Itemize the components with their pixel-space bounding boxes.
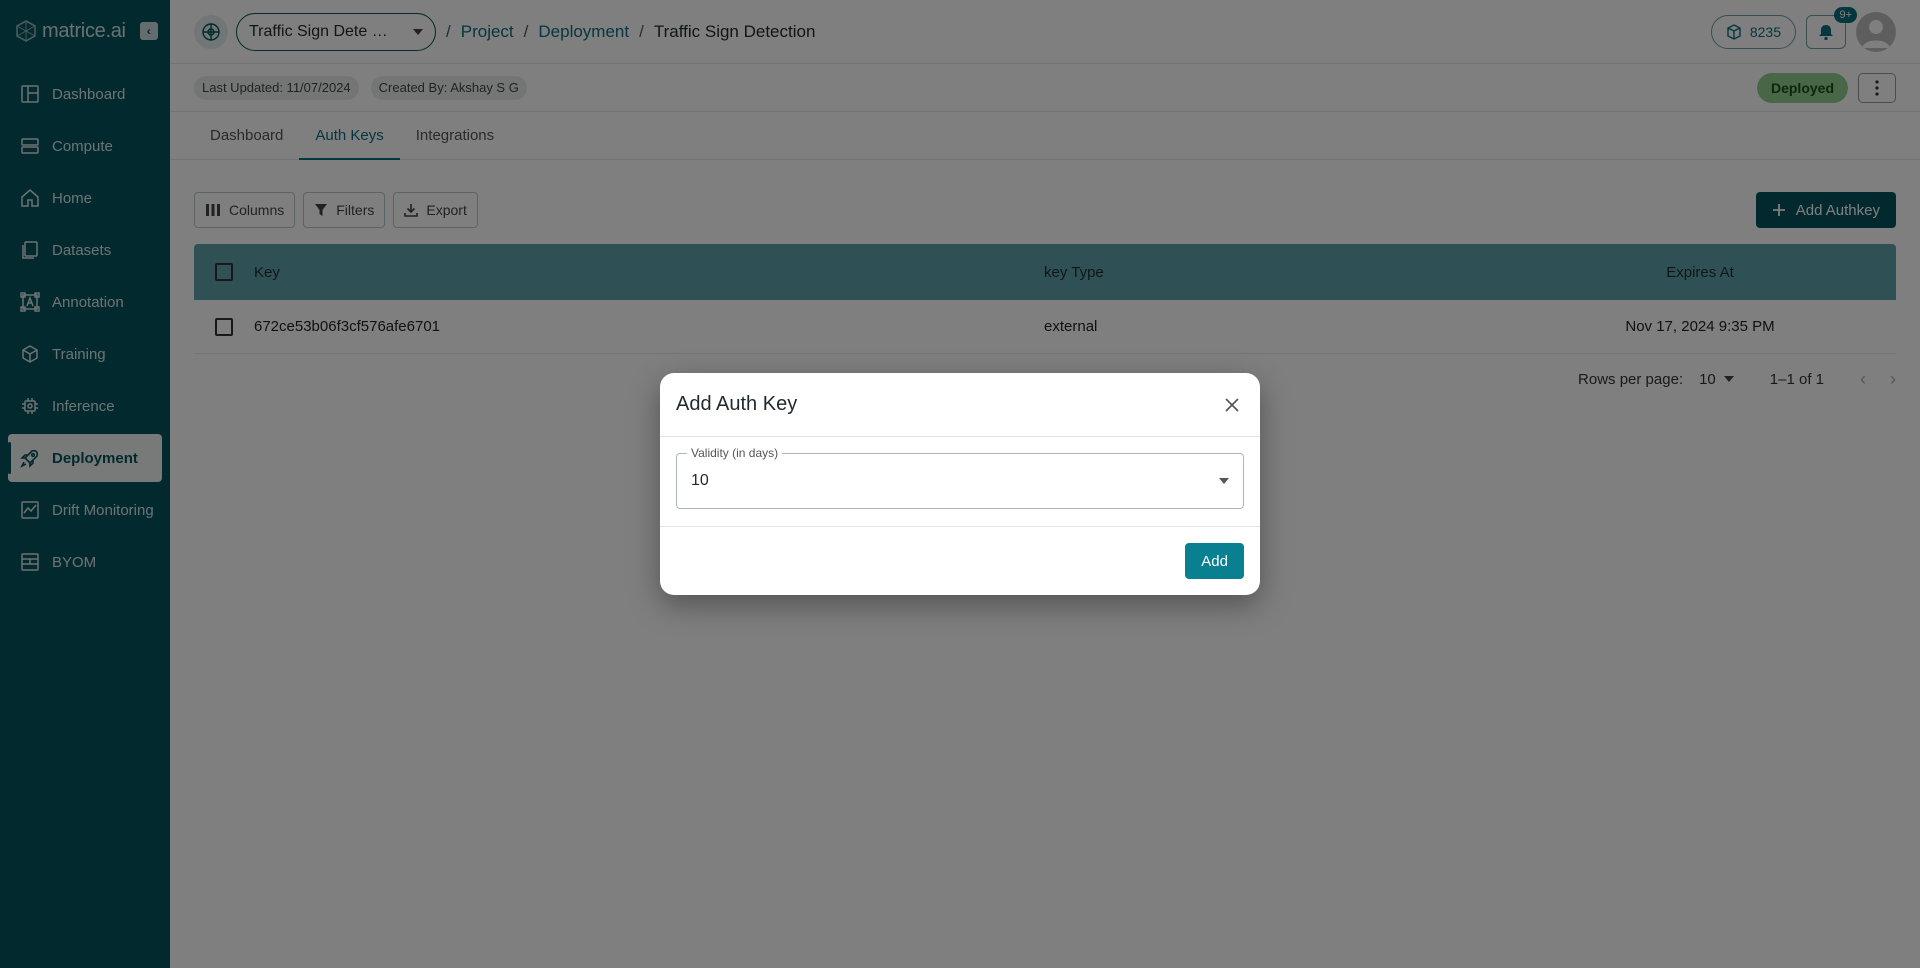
add-button[interactable]: Add (1185, 543, 1244, 579)
add-auth-key-dialog: Add Auth Key Validity (in days) 10 Add (660, 373, 1260, 595)
dialog-header: Add Auth Key (660, 373, 1260, 437)
dialog-body: Validity (in days) 10 (660, 437, 1260, 527)
chevron-down-icon (1219, 478, 1229, 484)
close-button[interactable] (1220, 393, 1244, 417)
dialog-title: Add Auth Key (676, 393, 798, 415)
dialog-footer: Add (660, 527, 1260, 595)
validity-value: 10 (691, 472, 709, 489)
validity-label: Validity (in days) (687, 446, 783, 460)
validity-select[interactable]: Validity (in days) 10 (676, 446, 1244, 509)
close-icon (1225, 397, 1239, 412)
